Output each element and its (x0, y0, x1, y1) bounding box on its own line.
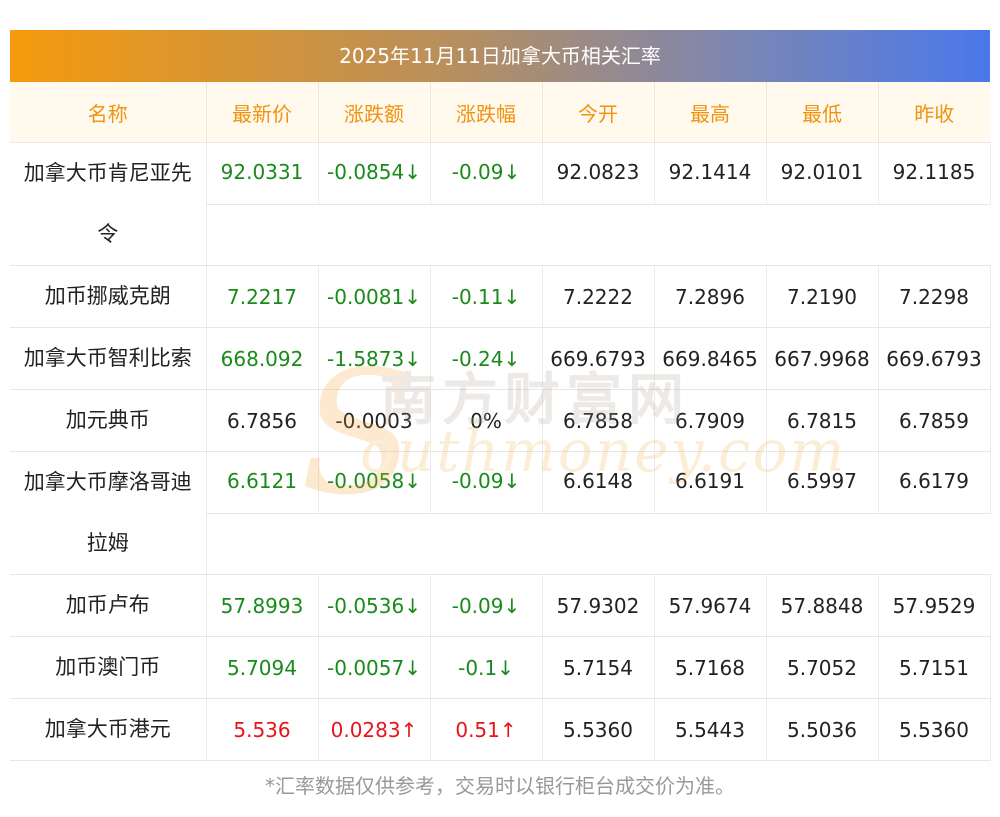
change-cell: -0.0003 (318, 389, 431, 452)
table-row: 加拿大币智利比索 668.092 -1.5873↓ -0.24↓ 669.6793 669… (10, 327, 991, 390)
currency-pair-name: 加币挪威克朗 (10, 265, 207, 328)
open-cell: 6.7858 (542, 389, 655, 452)
latest-cell: 6.7856 (206, 389, 319, 452)
high-cell: 7.2896 (654, 265, 767, 328)
currency-pair-name: 加拿大币港元 (10, 698, 207, 761)
low-cell: 92.0101 (766, 142, 879, 205)
currency-pair-name: 加拿大币智利比索 (10, 327, 207, 390)
open-cell: 7.2222 (542, 265, 655, 328)
high-cell: 5.5443 (654, 698, 767, 761)
prev-close-cell: 669.6793 (878, 327, 991, 390)
high-cell: 5.7168 (654, 636, 767, 699)
table-row: 加币澳门币 5.7094 -0.0057↓ -0.1↓ 5.7154 5.7168 5.70… (10, 636, 991, 699)
header-latest: 最新价 (206, 82, 319, 143)
table-row: 加元典币 6.7856 -0.0003 0% 6.7858 6.7909 6.7815 6.7… (10, 389, 991, 452)
high-cell: 6.7909 (654, 389, 767, 452)
prev-close-cell: 92.1185 (878, 142, 991, 205)
change-pct-cell: -0.09↓ (430, 451, 543, 514)
header-prev-close: 昨收 (878, 82, 990, 143)
table-row: 加币卢布 57.8993 -0.0536↓ -0.09↓ 57.9302 57.9674 5… (10, 574, 991, 637)
table-row: 加拿大币港元 5.536 0.0283↑ 0.51↑ 5.5360 5.5443 5.503… (10, 698, 991, 761)
header-change: 涨跌额 (318, 82, 431, 143)
change-cell: 0.0283↑ (318, 698, 431, 761)
open-cell: 5.5360 (542, 698, 655, 761)
latest-cell: 92.0331 (206, 142, 319, 205)
latest-cell: 7.2217 (206, 265, 319, 328)
open-cell: 92.0823 (542, 142, 655, 205)
prev-close-cell: 6.6179 (878, 451, 991, 514)
high-cell: 57.9674 (654, 574, 767, 637)
change-pct-cell: 0% (430, 389, 543, 452)
low-cell: 5.5036 (766, 698, 879, 761)
table-row: 加拿大币肯尼亚先令 92.0331 -0.0854↓ -0.09↓ 92.0823 92.… (10, 142, 991, 266)
exchange-rate-table: 名称 最新价 涨跌额 涨跌幅 今开 最高 最低 昨收 加拿大币肯尼亚先令 92.0… (10, 82, 991, 761)
low-cell: 7.2190 (766, 265, 879, 328)
high-cell: 669.8465 (654, 327, 767, 390)
change-cell: -0.0057↓ (318, 636, 431, 699)
change-cell: -0.0081↓ (318, 265, 431, 328)
change-cell: -0.0058↓ (318, 451, 431, 514)
currency-pair-name: 加元典币 (10, 389, 207, 452)
table-row: 加拿大币摩洛哥迪拉姆 6.6121 -0.0058↓ -0.09↓ 6.6148 6.61… (10, 451, 991, 575)
change-cell: -0.0536↓ (318, 574, 431, 637)
header-name: 名称 (10, 82, 207, 143)
prev-close-cell: 57.9529 (878, 574, 991, 637)
change-pct-cell: -0.24↓ (430, 327, 543, 390)
latest-cell: 5.7094 (206, 636, 319, 699)
low-cell: 57.8848 (766, 574, 879, 637)
header-change-pct: 涨跌幅 (430, 82, 543, 143)
open-cell: 57.9302 (542, 574, 655, 637)
open-cell: 669.6793 (542, 327, 655, 390)
currency-pair-name: 加币澳门币 (10, 636, 207, 699)
table-body: 加拿大币肯尼亚先令 92.0331 -0.0854↓ -0.09↓ 92.0823 92.… (10, 142, 991, 761)
footnote: *汇率数据仅供参考，交易时以银行柜台成交价为准。 (265, 774, 735, 798)
latest-cell: 57.8993 (206, 574, 319, 637)
low-cell: 5.7052 (766, 636, 879, 699)
change-pct-cell: -0.09↓ (430, 574, 543, 637)
empty-cell (206, 513, 990, 575)
currency-pair-name: 加币卢布 (10, 574, 207, 637)
prev-close-cell: 7.2298 (878, 265, 991, 328)
prev-close-cell: 5.5360 (878, 698, 991, 761)
latest-cell: 6.6121 (206, 451, 319, 514)
change-cell: -1.5873↓ (318, 327, 431, 390)
open-cell: 6.6148 (542, 451, 655, 514)
table-row: 加币挪威克朗 7.2217 -0.0081↓ -0.11↓ 7.2222 7.2896 7.… (10, 265, 991, 328)
rate-table-container: 2025年11月11日加拿大币相关汇率 名称 最新价 涨跌额 涨跌幅 今开 最高… (10, 30, 991, 761)
prev-close-cell: 5.7151 (878, 636, 991, 699)
change-pct-cell: 0.51↑ (430, 698, 543, 761)
header-high: 最高 (654, 82, 767, 143)
empty-cell (206, 204, 990, 266)
header-low: 最低 (766, 82, 879, 143)
change-cell: -0.0854↓ (318, 142, 431, 205)
open-cell: 5.7154 (542, 636, 655, 699)
table-header-row: 名称 最新价 涨跌额 涨跌幅 今开 最高 最低 昨收 (10, 82, 990, 143)
high-cell: 92.1414 (654, 142, 767, 205)
prev-close-cell: 6.7859 (878, 389, 991, 452)
latest-cell: 5.536 (206, 698, 319, 761)
latest-cell: 668.092 (206, 327, 319, 390)
change-pct-cell: -0.1↓ (430, 636, 543, 699)
low-cell: 667.9968 (766, 327, 879, 390)
header-open: 今开 (542, 82, 655, 143)
low-cell: 6.7815 (766, 389, 879, 452)
currency-pair-name: 加拿大币摩洛哥迪拉姆 (10, 451, 207, 575)
change-pct-cell: -0.09↓ (430, 142, 543, 205)
high-cell: 6.6191 (654, 451, 767, 514)
currency-pair-name: 加拿大币肯尼亚先令 (10, 142, 207, 266)
change-pct-cell: -0.11↓ (430, 265, 543, 328)
low-cell: 6.5997 (766, 451, 879, 514)
table-title: 2025年11月11日加拿大币相关汇率 (10, 30, 990, 82)
